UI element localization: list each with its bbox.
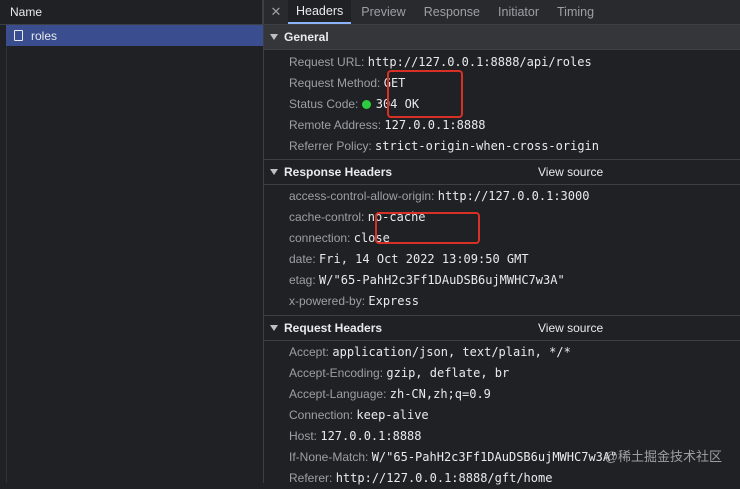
- section-title: Request Headers: [284, 321, 383, 335]
- header-key: access-control-allow-origin:: [289, 189, 435, 203]
- header-key: cache-control:: [289, 210, 365, 224]
- request-headers-section-header[interactable]: Request Headers View source: [264, 315, 740, 341]
- response-header-row: access-control-allow-origin: http://127.…: [264, 186, 740, 207]
- header-key: date:: [289, 252, 316, 266]
- section-title: Response Headers: [284, 165, 393, 179]
- header-key: x-powered-by:: [289, 294, 366, 308]
- tab-label: Headers: [296, 4, 344, 18]
- expand-triangle-icon: [270, 169, 278, 175]
- list-gridline: [6, 25, 7, 483]
- header-key: Referrer Policy:: [289, 139, 372, 153]
- header-value[interactable]: application/json, text/plain, */*: [332, 345, 570, 359]
- header-key: Connection:: [289, 408, 354, 422]
- request-header-row: Accept-Encoding: gzip, deflate, br: [264, 363, 740, 384]
- header-key: Accept-Language:: [289, 387, 387, 401]
- section-title: General: [284, 30, 329, 44]
- response-header-row: date: Fri, 14 Oct 2022 13:09:50 GMT: [264, 249, 740, 270]
- header-key: Request URL:: [289, 55, 365, 69]
- general-row: Status Code: 304 OK: [264, 94, 740, 115]
- header-key: Accept:: [289, 345, 330, 359]
- expand-triangle-icon: [270, 34, 278, 40]
- request-list: roles: [0, 25, 263, 483]
- general-row: Remote Address: 127.0.0.1:8888: [264, 115, 740, 136]
- response-header-row: x-powered-by: Express: [264, 291, 740, 312]
- header-value[interactable]: http://127.0.0.1:3000: [438, 189, 590, 203]
- document-icon: [14, 30, 23, 41]
- tab-timing[interactable]: Timing: [549, 0, 602, 24]
- request-header-row: Referer: http://127.0.0.1:8888/gft/home: [264, 468, 740, 489]
- request-row-roles[interactable]: roles: [6, 25, 263, 46]
- response-header-row: etag: W/"65-PahH2c3Ff1DAuDSB6ujMWHC7w3A": [264, 270, 740, 291]
- response-header-row: connection: close: [264, 228, 740, 249]
- header-key: Remote Address:: [289, 118, 382, 132]
- name-column-label: Name: [10, 5, 43, 19]
- expand-triangle-icon: [270, 325, 278, 331]
- name-column-header[interactable]: Name: [0, 0, 263, 25]
- general-section-header[interactable]: General: [264, 25, 740, 50]
- watermark-text: @稀土掘金技术社区: [604, 449, 722, 464]
- view-source-link[interactable]: View source: [538, 316, 603, 340]
- header-value[interactable]: W/"65-PahH2c3Ff1DAuDSB6ujMWHC7w3A": [319, 273, 565, 287]
- header-value[interactable]: Fri, 14 Oct 2022 13:09:50 GMT: [319, 252, 529, 266]
- tab-label: Timing: [557, 5, 595, 19]
- header-value[interactable]: 127.0.0.1:8888: [320, 429, 421, 443]
- response-headers-section-header[interactable]: Response Headers View source: [264, 159, 740, 185]
- header-value[interactable]: 304 OK: [376, 97, 419, 111]
- header-key: Host:: [289, 429, 318, 443]
- header-key: connection:: [289, 231, 351, 245]
- header-value[interactable]: close: [354, 231, 390, 245]
- request-header-rows: Accept: application/json, text/plain, */…: [264, 341, 740, 489]
- header-key: Accept-Encoding:: [289, 366, 384, 380]
- header-key: Status Code:: [289, 97, 359, 111]
- header-key: etag:: [289, 273, 316, 287]
- general-row: Request Method: GET: [264, 73, 740, 94]
- request-header-row: Connection: keep-alive: [264, 405, 740, 426]
- header-value[interactable]: gzip, deflate, br: [386, 366, 509, 380]
- status-dot-icon: [361, 100, 371, 109]
- request-header-row: Host: 127.0.0.1:8888: [264, 426, 740, 447]
- request-details-panel: ✕ Headers Preview Response Initiator Tim…: [264, 0, 740, 485]
- request-name: roles: [31, 28, 58, 43]
- tab-label: Initiator: [498, 5, 540, 19]
- header-value[interactable]: http://127.0.0.1:8888/api/roles: [368, 55, 592, 69]
- tab-label: Response: [423, 5, 481, 19]
- tab-label: Preview: [361, 5, 406, 19]
- tab-preview[interactable]: Preview: [353, 0, 413, 24]
- header-value[interactable]: strict-origin-when-cross-origin: [375, 139, 599, 153]
- general-row: Referrer Policy: strict-origin-when-cros…: [264, 136, 740, 157]
- close-icon[interactable]: ✕: [264, 0, 288, 24]
- header-value[interactable]: Express: [368, 294, 419, 308]
- details-tabbar: ✕ Headers Preview Response Initiator Tim…: [264, 0, 740, 25]
- request-header-row: Accept: application/json, text/plain, */…: [264, 342, 740, 363]
- header-value[interactable]: no-cache: [368, 210, 426, 224]
- header-key: If-None-Match:: [289, 450, 369, 464]
- view-source-link[interactable]: View source: [538, 160, 603, 184]
- request-list-panel: Name roles: [0, 0, 264, 483]
- header-value[interactable]: GET: [384, 76, 406, 90]
- general-row: Request URL: http://127.0.0.1:8888/api/r…: [264, 52, 740, 73]
- header-key: Request Method:: [289, 76, 381, 90]
- column-divider: [262, 0, 263, 24]
- header-value[interactable]: W/"65-PahH2c3Ff1DAuDSB6ujMWHC7w3A": [372, 450, 618, 464]
- tab-initiator[interactable]: Initiator: [490, 0, 547, 24]
- tab-headers[interactable]: Headers: [288, 0, 352, 24]
- header-value[interactable]: 127.0.0.1:8888: [384, 118, 485, 132]
- tab-response[interactable]: Response: [416, 0, 488, 24]
- request-header-row: Accept-Language: zh-CN,zh;q=0.9: [264, 384, 740, 405]
- header-value[interactable]: keep-alive: [356, 408, 428, 422]
- watermark: @稀土掘金技术社区: [605, 446, 722, 465]
- general-rows: Request URL: http://127.0.0.1:8888/api/r…: [264, 50, 740, 157]
- response-header-row: cache-control: no-cache: [264, 207, 740, 228]
- response-header-rows: access-control-allow-origin: http://127.…: [264, 185, 740, 312]
- header-value[interactable]: zh-CN,zh;q=0.9: [390, 387, 491, 401]
- headers-content: General Request URL: http://127.0.0.1:88…: [264, 25, 740, 485]
